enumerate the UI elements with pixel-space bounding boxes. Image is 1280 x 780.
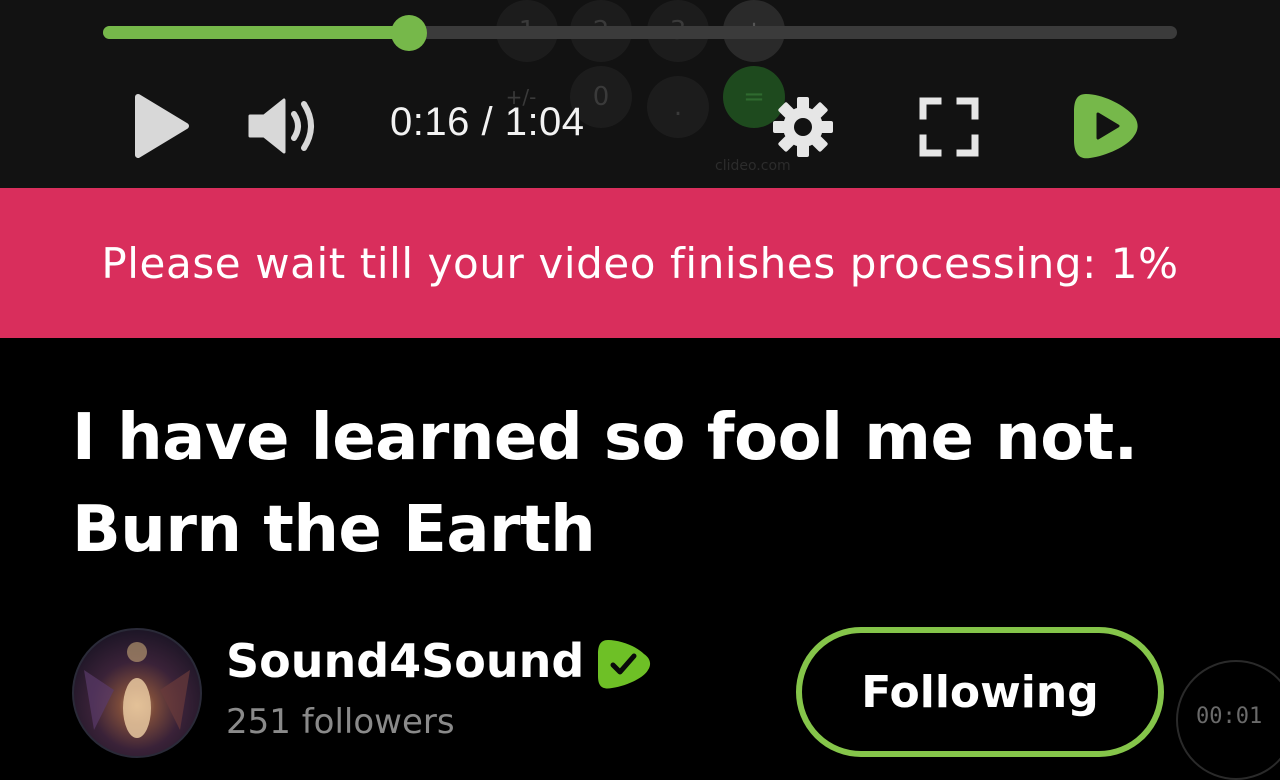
avatar-image [84, 642, 190, 738]
processing-message: Please wait till your video finishes pro… [101, 238, 1179, 288]
channel-name[interactable]: Sound4Sound [226, 634, 584, 688]
gear-icon [773, 97, 833, 157]
seek-bar[interactable] [103, 15, 1177, 51]
verified-check-icon [598, 640, 651, 689]
ghost-watermark: clideo.com [715, 158, 791, 174]
fullscreen-icon [919, 97, 979, 157]
play-button[interactable] [128, 92, 194, 160]
volume-icon [248, 98, 314, 154]
video-player-controls: 1 2 3 + +/- 0 . = clideo.com 0:16 / 1:04 [0, 0, 1280, 188]
volume-button[interactable] [246, 94, 322, 158]
seek-bar-handle[interactable] [391, 15, 428, 51]
timer-text: 00:01 [1196, 704, 1263, 729]
play-icon [135, 94, 189, 158]
processing-banner: Please wait till your video finishes pro… [0, 188, 1280, 338]
verified-badge [596, 636, 652, 692]
following-button-label: Following [861, 667, 1099, 718]
seek-bar-progress [103, 26, 410, 39]
ghost-key: . [647, 76, 709, 138]
rumble-logo-icon [1074, 94, 1138, 159]
video-title: I have learned so fool me not. Burn the … [72, 392, 1192, 576]
follower-count: 251 followers [226, 702, 455, 742]
following-button[interactable]: Following [796, 627, 1164, 757]
fullscreen-button[interactable] [918, 96, 980, 158]
settings-button[interactable] [770, 94, 836, 160]
rumble-logo-button[interactable] [1072, 90, 1140, 162]
playback-time: 0:16 / 1:04 [390, 100, 585, 144]
video-title-line: Burn the Earth [72, 493, 596, 567]
channel-avatar[interactable] [72, 628, 202, 758]
video-title-line: I have learned so fool me not. [72, 401, 1138, 475]
